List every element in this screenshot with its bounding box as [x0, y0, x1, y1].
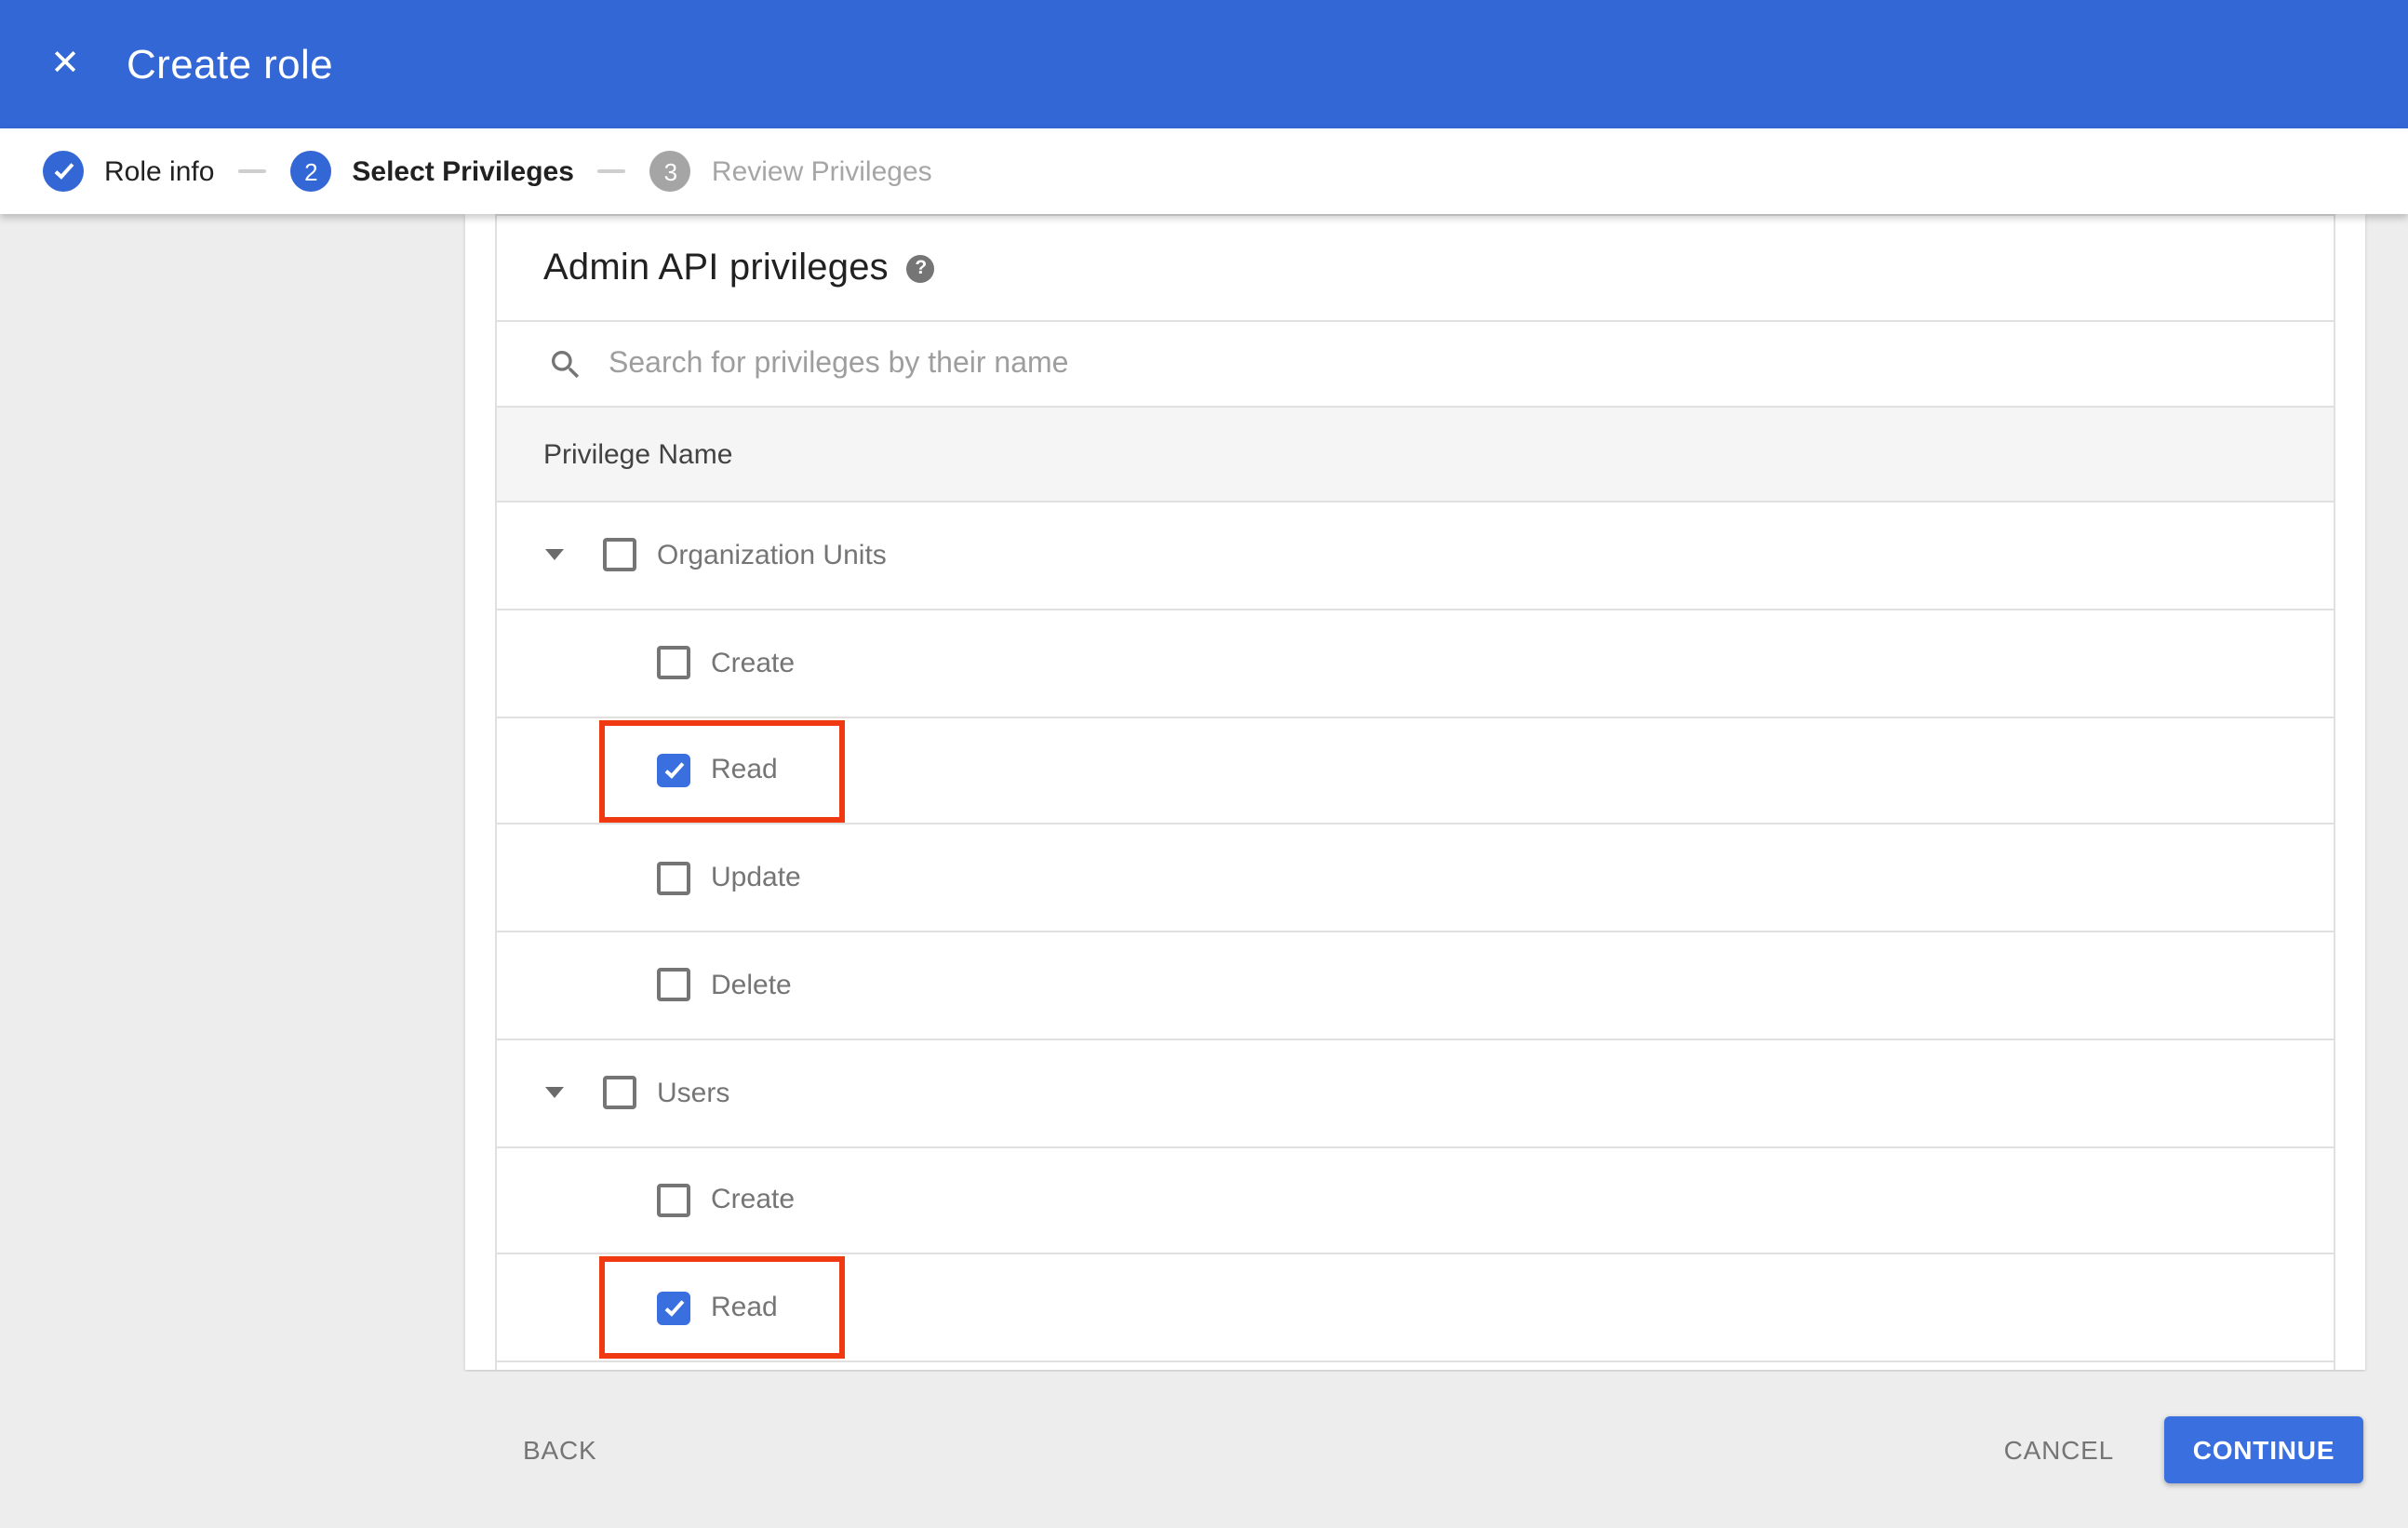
privilege-label: Create: [711, 647, 796, 679]
content-area: Admin API privileges ? Privilege Name: [0, 214, 2408, 1371]
row-users: Users: [497, 1039, 2334, 1147]
privilege-label: Create: [711, 1184, 796, 1216]
step-select-privileges[interactable]: 2 Select Privileges: [290, 151, 574, 192]
privilege-label: Read: [711, 754, 778, 786]
create-role-dialog: ✕ Create role Role info 2 Select Privile…: [0, 0, 2408, 1528]
close-icon[interactable]: ✕: [47, 47, 84, 82]
row-users-read: Read: [497, 1254, 2334, 1362]
collapse-arrow-icon[interactable]: [545, 549, 564, 561]
checkbox-users[interactable]: [603, 1076, 636, 1110]
row-ou-update: Update: [497, 824, 2334, 932]
checkbox-ou-update[interactable]: [657, 861, 690, 895]
checkbox-ou-delete[interactable]: [657, 968, 690, 1002]
stepper: Role info 2 Select Privileges 3 Review P…: [0, 128, 2408, 214]
row-users-create: Create: [497, 1147, 2334, 1255]
privilege-search-row: [497, 322, 2334, 408]
privilege-label: Read: [711, 1292, 778, 1324]
checkbox-users-read[interactable]: [657, 1291, 690, 1325]
row-organization-units: Organization Units: [497, 503, 2334, 610]
step-role-info[interactable]: Role info: [43, 151, 214, 192]
privileges-card: Admin API privileges ? Privilege Name: [465, 214, 2365, 1370]
cancel-button[interactable]: CANCEL: [2004, 1435, 2114, 1465]
back-button[interactable]: BACK: [523, 1435, 596, 1465]
step-number-badge: 2: [290, 151, 332, 192]
search-input[interactable]: [609, 347, 1799, 381]
footer-bar: BACK CANCEL CONTINUE: [0, 1371, 2408, 1528]
step-connector: [597, 169, 626, 173]
step-label: Select Privileges: [352, 155, 574, 187]
privilege-label: Update: [711, 862, 801, 894]
step-label: Role info: [104, 155, 215, 187]
step-review-privileges[interactable]: 3 Review Privileges: [649, 151, 932, 192]
clipped-row: [497, 1362, 2334, 1370]
step-connector: [238, 169, 267, 173]
app-bar: ✕ Create role: [0, 0, 2408, 128]
row-ou-delete: Delete: [497, 932, 2334, 1040]
row-ou-create: Create: [497, 610, 2334, 717]
continue-button[interactable]: CONTINUE: [2164, 1415, 2363, 1483]
privileges-table: Admin API privileges ? Privilege Name: [495, 214, 2335, 1370]
checkbox-users-create[interactable]: [657, 1183, 690, 1217]
section-heading: Admin API privileges: [543, 247, 889, 288]
table-header-row: Privilege Name: [497, 408, 2334, 503]
dialog-title: Create role: [127, 40, 334, 87]
search-icon: [551, 349, 580, 378]
checkbox-organization-units[interactable]: [603, 538, 636, 572]
row-ou-read: Read: [497, 717, 2334, 825]
column-header: Privilege Name: [543, 438, 733, 470]
checkbox-ou-read[interactable]: [657, 753, 690, 787]
privilege-label: Users: [657, 1077, 730, 1109]
help-icon[interactable]: ?: [906, 254, 935, 282]
privilege-label: Organization Units: [657, 539, 887, 571]
collapse-arrow-icon[interactable]: [545, 1087, 564, 1099]
step-label: Review Privileges: [711, 155, 932, 187]
section-heading-row: Admin API privileges ?: [497, 216, 2334, 322]
step-number-badge: 3: [649, 151, 691, 192]
checkbox-ou-create[interactable]: [657, 646, 690, 680]
privilege-label: Delete: [711, 969, 792, 1001]
step-complete-check-icon: [43, 151, 84, 192]
